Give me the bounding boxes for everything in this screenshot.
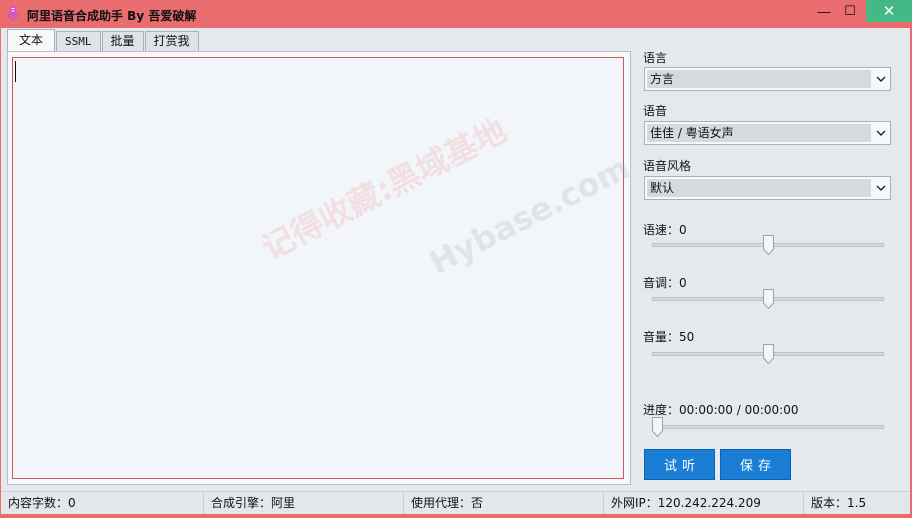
microphone-icon [7,6,19,21]
slider-thumb[interactable] [652,417,663,437]
volume-slider[interactable] [652,344,884,364]
progress-slider[interactable] [652,417,884,437]
status-version: 版本：1.5 [803,492,910,514]
close-button[interactable]: ✕ [866,0,912,22]
status-proxy: 使用代理：否 [403,492,601,514]
window-title: 阿里语音合成助手 By 吾爱破解 [27,9,197,23]
language-label: 语言 [643,51,668,65]
pitch-slider[interactable] [652,289,884,309]
tab-donate[interactable]: 打赏我 [144,31,199,51]
save-button[interactable]: 保存 [720,449,791,480]
style-label: 语音风格 [643,159,692,173]
tab-strip: 文本 SSML 批量 打赏我 [7,29,200,51]
maximize-button[interactable]: ☐ [836,0,864,22]
language-select[interactable]: 方言 [644,67,891,91]
style-select[interactable]: 默认 [644,176,891,200]
slider-track [652,425,884,429]
status-bar: 内容字数：0 合成引擎：阿里 使用代理：否 外网IP：120.242.224.2… [1,491,910,514]
style-select-value: 默认 [647,179,871,197]
app-window: 阿里语音合成助手 By 吾爱破解 — ☐ ✕ 文本 SSML 批量 打赏我 记得… [0,0,912,518]
watermark-text: 记得收藏:黑域基地 [255,111,513,268]
tab-panel: 记得收藏:黑域基地 Hybase.com [7,51,636,485]
volume-label: 音量：50 [643,330,695,344]
slider-thumb[interactable] [763,344,774,364]
tab-ssml[interactable]: SSML [56,31,101,51]
slider-thumb[interactable] [763,289,774,309]
minimize-button[interactable]: — [810,0,838,22]
language-select-value: 方言 [647,70,871,88]
tab-batch[interactable]: 批量 [101,31,144,51]
title-bar: 阿里语音合成助手 By 吾爱破解 — ☐ ✕ [0,0,912,28]
progress-label: 进度：00:00:00 / 00:00:00 [643,403,799,417]
watermark-url: Hybase.com [423,148,636,282]
chevron-down-icon [876,76,886,82]
speed-slider[interactable] [652,235,884,255]
status-engine: 合成引擎：阿里 [203,492,401,514]
status-char-count: 内容字数：0 [8,496,76,510]
text-input-area[interactable]: 记得收藏:黑域基地 Hybase.com [12,57,636,479]
listen-button[interactable]: 试听 [644,449,715,480]
chevron-down-icon [876,185,886,191]
voice-select-value: 佳佳 / 粤语女声 [647,124,871,142]
slider-thumb[interactable] [763,235,774,255]
chevron-down-icon [876,130,886,136]
voice-label: 语音 [643,104,668,118]
voice-select[interactable]: 佳佳 / 粤语女声 [644,121,891,145]
status-ip: 外网IP：120.242.224.209 [603,492,803,514]
main-client-area: 文本 SSML 批量 打赏我 记得收藏:黑域基地 Hybase.com 语言 方… [1,28,910,514]
tab-text[interactable]: 文本 [7,29,56,51]
text-caret [15,61,16,82]
